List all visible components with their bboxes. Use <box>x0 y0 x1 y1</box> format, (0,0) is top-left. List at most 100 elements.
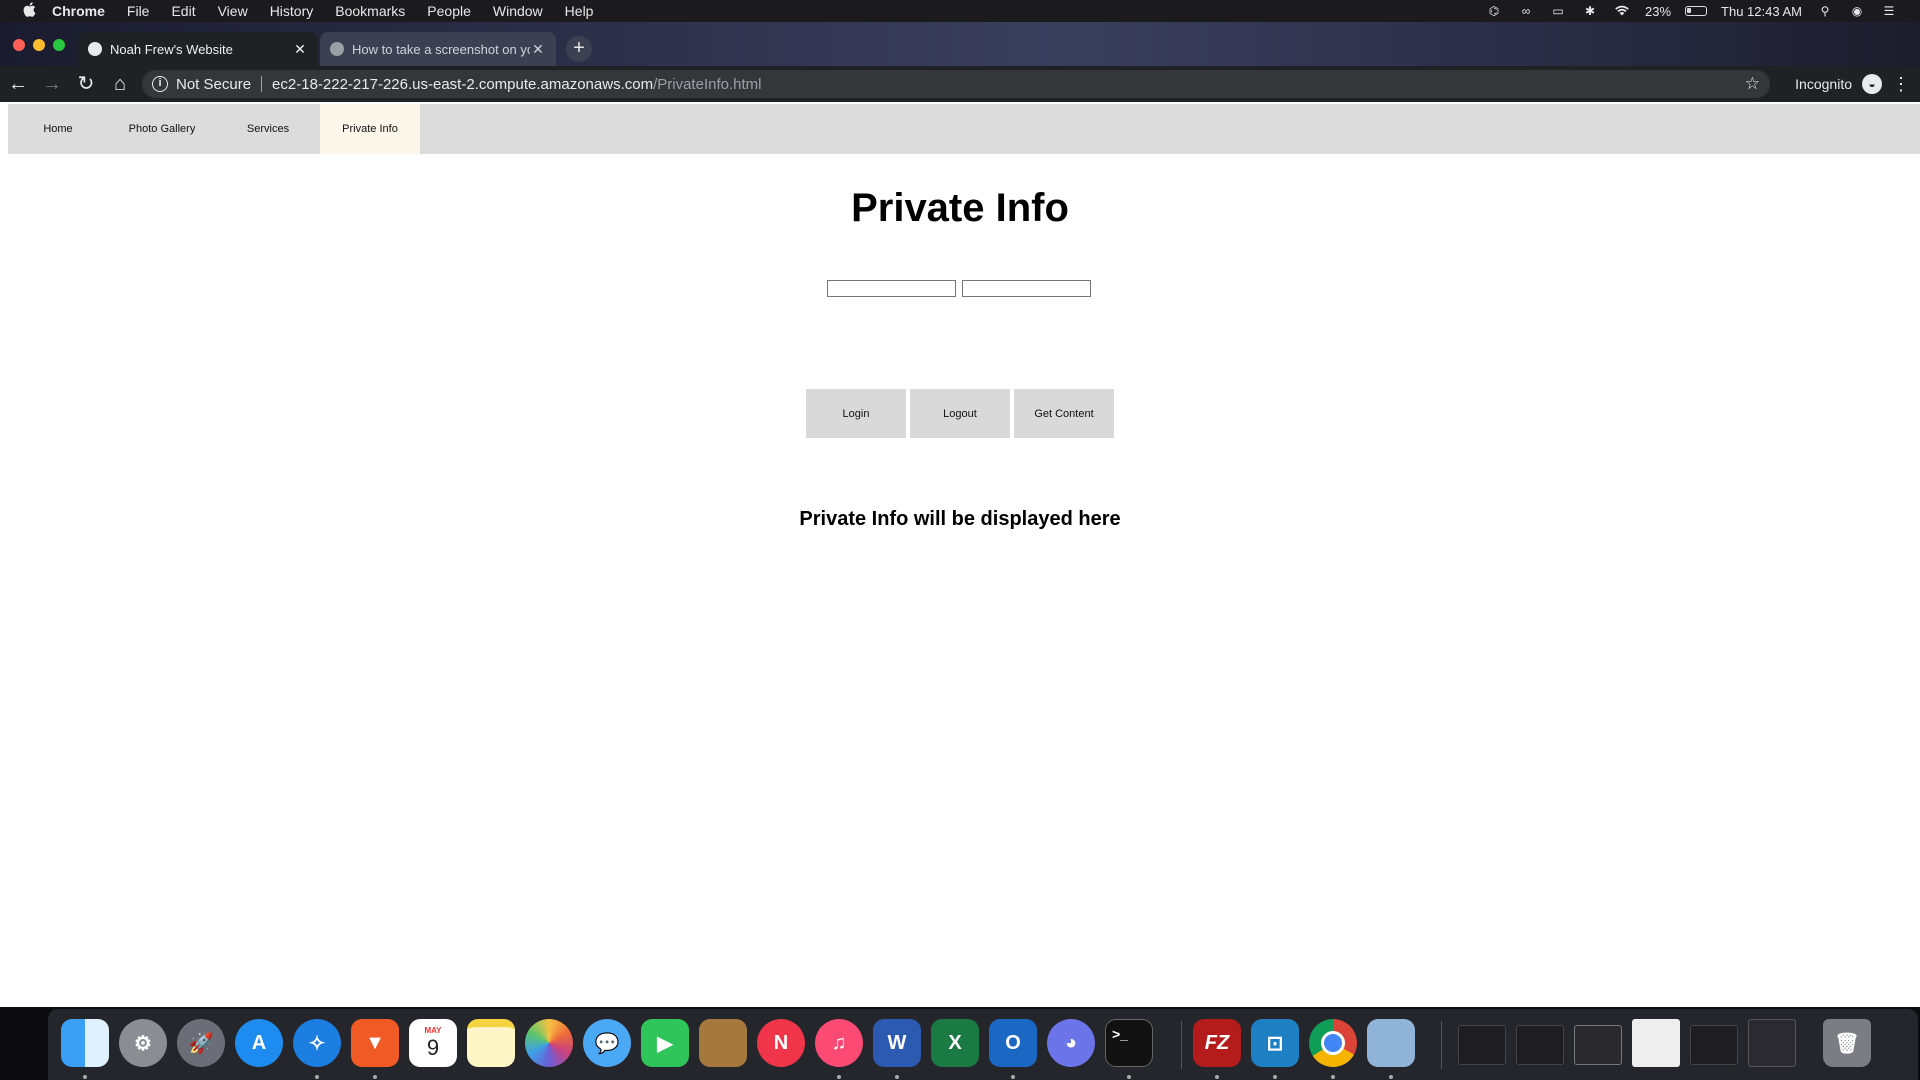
running-indicator <box>1011 1075 1015 1079</box>
security-label[interactable]: Not Secure <box>176 76 251 93</box>
facetime-icon[interactable]: ▶ <box>641 1019 689 1067</box>
private-info-message: Private Info will be displayed here <box>799 508 1121 530</box>
bluetooth-icon[interactable]: ✱ <box>1581 4 1599 18</box>
menu-file[interactable]: File <box>127 3 150 19</box>
macos-menu-bar: Chrome File Edit View History Bookmarks … <box>0 0 1920 22</box>
airplay-icon[interactable]: ▭ <box>1549 4 1567 18</box>
menu-edit[interactable]: Edit <box>171 3 195 19</box>
url-host[interactable]: ec2-18-222-217-226.us-east-2.compute.ama… <box>272 76 653 93</box>
nav-photo-gallery[interactable]: Photo Gallery <box>108 104 216 154</box>
battery-level-fill <box>1687 8 1692 13</box>
nav-services[interactable]: Services <box>216 104 320 154</box>
minimized-window-thumbnail[interactable] <box>1632 1019 1680 1067</box>
minimized-window-thumbnail[interactable] <box>1748 1019 1796 1067</box>
page-title: Private Info <box>851 186 1069 230</box>
menu-window[interactable]: Window <box>493 3 543 19</box>
finder-icon[interactable] <box>61 1019 109 1067</box>
terminal-icon[interactable]: >_ <box>1105 1019 1153 1067</box>
news-icon[interactable]: N <box>757 1019 805 1067</box>
back-arrow-icon[interactable]: ← <box>2 68 34 100</box>
running-indicator <box>895 1075 899 1079</box>
info-icon[interactable]: i <box>152 76 168 92</box>
chrome-menu-icon[interactable]: ⋮ <box>1892 66 1910 102</box>
username-input[interactable] <box>827 280 956 297</box>
itunes-icon[interactable]: ♫ <box>815 1019 863 1067</box>
creative-cloud-icon[interactable]: ∞ <box>1517 4 1535 18</box>
parallels-icon[interactable]: ⊡ <box>1251 1019 1299 1067</box>
get-content-button[interactable]: Get Content <box>1014 389 1114 438</box>
excel-icon[interactable]: X <box>931 1019 979 1067</box>
running-indicator <box>315 1075 319 1079</box>
menu-chrome[interactable]: Chrome <box>52 3 105 19</box>
minimized-window-thumbnail[interactable] <box>1574 1025 1622 1065</box>
running-indicator <box>373 1075 377 1079</box>
window-close-button[interactable] <box>13 39 25 51</box>
menu-history[interactable]: History <box>270 3 314 19</box>
calendar-day: 9 <box>426 1034 440 1060</box>
photos-icon[interactable] <box>525 1019 573 1067</box>
incognito-profile[interactable]: Incognito ◒ <box>1795 66 1882 102</box>
spotlight-search-icon[interactable]: ⚲ <box>1816 4 1834 18</box>
apple-menu-icon[interactable] <box>20 1 38 21</box>
close-icon[interactable]: ✕ <box>530 41 546 58</box>
new-tab-button[interactable]: + <box>566 36 592 62</box>
preview-icon[interactable] <box>1367 1019 1415 1067</box>
minimized-window-thumbnail[interactable] <box>1458 1025 1506 1065</box>
messages-icon[interactable]: 💬 <box>583 1019 631 1067</box>
dock: ⚙ 🚀 A ✧ ▼ MAY 9 💬 ▶ N ♫ W X O ◕ >_ FZ ⊡ <box>48 1009 1918 1080</box>
running-indicator <box>1215 1075 1219 1079</box>
reload-icon[interactable]: ↻ <box>70 68 102 100</box>
tab-title: Noah Frew's Website <box>110 41 233 57</box>
minimized-window-thumbnail[interactable] <box>1690 1025 1738 1065</box>
tab-apple-support[interactable]: How to take a screenshot on your Mac - A… <box>320 32 556 66</box>
filezilla-icon[interactable]: FZ <box>1193 1019 1241 1067</box>
discord-icon[interactable]: ◕ <box>1047 1019 1095 1067</box>
menu-bookmarks[interactable]: Bookmarks <box>335 3 405 19</box>
nav-home[interactable]: Home <box>8 104 108 154</box>
url-path[interactable]: /PrivateInfo.html <box>653 76 761 93</box>
notification-center-icon[interactable]: ☰ <box>1880 4 1898 18</box>
tab-noah-frews-website[interactable]: Noah Frew's Website ✕ <box>78 32 318 66</box>
site-nav-bar: Home Photo Gallery Services Private Info <box>8 104 1920 154</box>
calendar-month: MAY <box>424 1025 442 1035</box>
chrome-icon[interactable] <box>1309 1019 1357 1067</box>
divider <box>261 76 263 92</box>
menu-help[interactable]: Help <box>565 3 594 19</box>
system-preferences-icon[interactable]: ⚙ <box>119 1019 167 1067</box>
window-minimize-button[interactable] <box>33 39 45 51</box>
app-store-icon[interactable]: A <box>235 1019 283 1067</box>
close-icon[interactable]: ✕ <box>292 41 308 58</box>
address-bar[interactable]: i Not Secure ec2-18-222-217-226.us-east-… <box>142 70 1770 98</box>
safari-icon[interactable]: ✧ <box>293 1019 341 1067</box>
window-zoom-button[interactable] <box>53 39 65 51</box>
running-indicator <box>83 1075 87 1079</box>
home-icon[interactable]: ⌂ <box>104 68 136 100</box>
dock-separator <box>1441 1021 1442 1069</box>
wifi-icon[interactable] <box>1613 4 1631 18</box>
clock[interactable]: Thu 12:43 AM <box>1721 4 1802 19</box>
outlook-icon[interactable]: O <box>989 1019 1037 1067</box>
brave-icon[interactable]: ▼ <box>351 1019 399 1067</box>
siri-icon[interactable]: ◉ <box>1848 4 1866 18</box>
forward-arrow-icon[interactable]: → <box>36 68 68 100</box>
bookmark-star-icon[interactable]: ☆ <box>1745 74 1760 94</box>
contacts-icon[interactable] <box>699 1019 747 1067</box>
menu-people[interactable]: People <box>427 3 471 19</box>
running-indicator <box>1331 1075 1335 1079</box>
notes-icon[interactable] <box>467 1019 515 1067</box>
battery-icon[interactable] <box>1685 6 1708 16</box>
trash-icon[interactable]: 🗑 <box>1823 1019 1871 1067</box>
running-indicator <box>1389 1075 1393 1079</box>
minimized-window-thumbnail[interactable] <box>1516 1025 1564 1065</box>
word-icon[interactable]: W <box>873 1019 921 1067</box>
menu-view[interactable]: View <box>218 3 248 19</box>
calendar-icon[interactable]: MAY 9 <box>409 1019 457 1067</box>
login-button[interactable]: Login <box>806 389 906 438</box>
nav-private-info[interactable]: Private Info <box>320 104 420 154</box>
dock-separator <box>1181 1021 1182 1069</box>
apple-favicon-icon <box>330 42 344 56</box>
logout-button[interactable]: Logout <box>910 389 1010 438</box>
glasses-icon[interactable]: ⌬ <box>1485 4 1503 18</box>
password-input[interactable] <box>962 280 1091 297</box>
launchpad-icon[interactable]: 🚀 <box>177 1019 225 1067</box>
